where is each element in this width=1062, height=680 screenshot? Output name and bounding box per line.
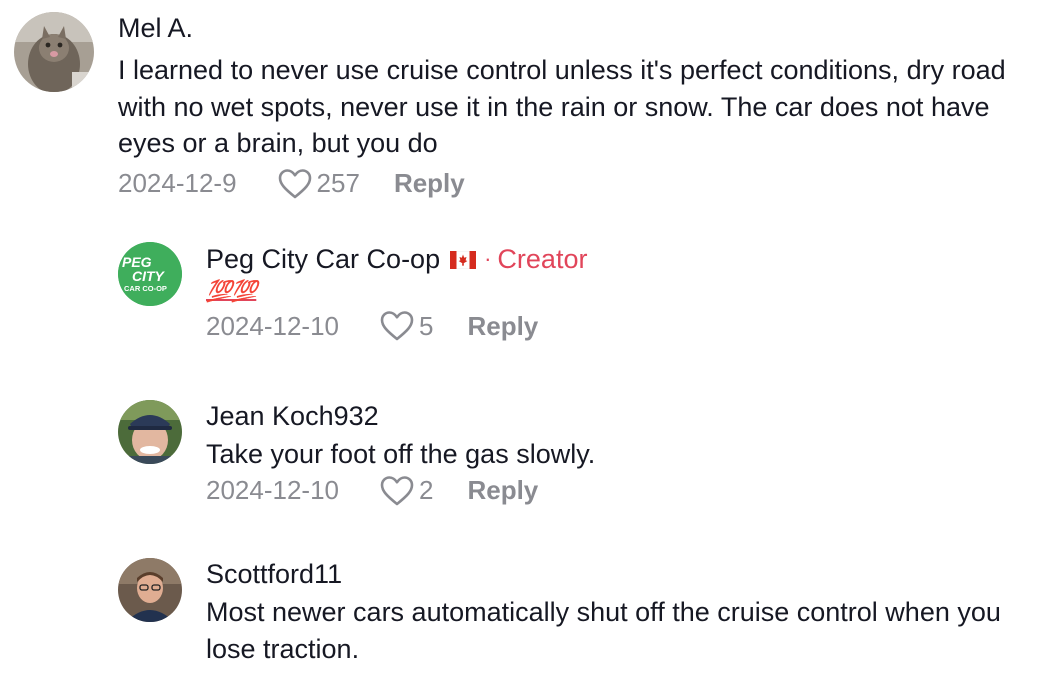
like-count: 2 (419, 475, 434, 505)
like-button[interactable]: 5 (379, 310, 433, 342)
comment-date: 2024-12-10 (206, 310, 339, 341)
creator-badge: Creator (497, 244, 588, 274)
coop-logo-line3: CAR CO-OP (124, 284, 167, 293)
comment-date: 2024-12-9 (118, 168, 237, 198)
username-text[interactable]: Jean Koch932 (206, 400, 379, 432)
like-count: 257 (316, 168, 360, 198)
avatar-scottford[interactable] (118, 558, 182, 622)
username[interactable]: Scottford11 (206, 558, 1036, 590)
reply-button[interactable]: Reply (467, 475, 538, 506)
username[interactable]: Peg City Car Co-op · Creator (206, 242, 587, 276)
reply-button[interactable]: Reply (394, 168, 465, 199)
like-button[interactable]: 257 (277, 168, 360, 200)
avatar-mel-a[interactable] (14, 12, 94, 92)
avatar-peg-city[interactable]: PEG CITY CAR CO-OP (118, 242, 182, 306)
heart-outline-icon[interactable] (277, 168, 313, 200)
username[interactable]: Mel A. (118, 12, 1038, 44)
canada-flag-icon (449, 244, 477, 276)
comment-peg-city: PEG CITY CAR CO-OP Peg City Car Co-op · … (118, 242, 587, 342)
comment-body: Jean Koch932 Take your foot off the gas … (206, 400, 595, 507)
comment-body: Scottford11 Most newer cars automaticall… (206, 558, 1036, 667)
username[interactable]: Jean Koch932 (206, 400, 595, 432)
comment-meta: 2024-12-10 2 Reply (206, 475, 595, 507)
comment-text-emoji: 💯💯 (206, 280, 257, 303)
separator-dot: · (484, 246, 492, 271)
comment-date: 2024-12-10 (206, 475, 339, 505)
comment-body: Mel A. I learned to never use cruise con… (118, 12, 1038, 200)
like-count: 5 (419, 310, 434, 341)
heart-outline-icon[interactable] (379, 475, 415, 507)
comment-mel-a: Mel A. I learned to never use cruise con… (14, 12, 1038, 200)
heart-outline-icon[interactable] (379, 310, 415, 342)
comment-meta: 2024-12-10 5 Reply (206, 310, 587, 342)
username-text[interactable]: Peg City Car Co-op (206, 243, 440, 275)
comment-text: I learned to never use cruise control un… (118, 55, 1006, 158)
coop-logo-line2: CITY (132, 268, 166, 284)
comment-meta: 2024-12-9 257 Reply (118, 168, 1038, 200)
username-text[interactable]: Mel A. (118, 12, 193, 44)
comment-jean-koch: Jean Koch932 Take your foot off the gas … (118, 400, 595, 507)
comment-body: Peg City Car Co-op · Creator 💯💯 2024-12-… (206, 242, 587, 342)
comment-scottford: Scottford11 Most newer cars automaticall… (118, 558, 1036, 667)
like-button[interactable]: 2 (379, 475, 433, 507)
username-text[interactable]: Scottford11 (206, 558, 342, 590)
avatar-jean-koch[interactable] (118, 400, 182, 464)
comment-text: Most newer cars automatically shut off t… (206, 597, 1001, 664)
reply-button[interactable]: Reply (467, 311, 538, 342)
comment-text: Take your foot off the gas slowly. (206, 439, 596, 469)
